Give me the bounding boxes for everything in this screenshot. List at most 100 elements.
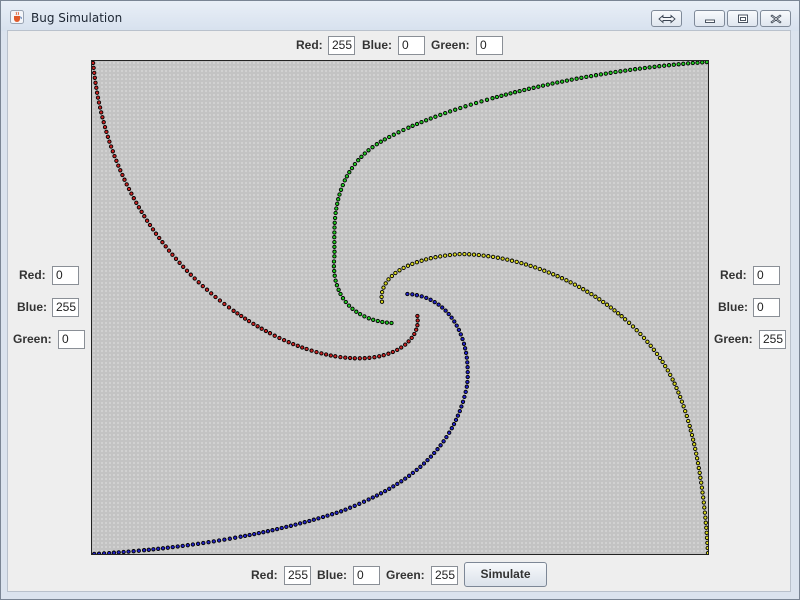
blue-bug-dot — [441, 439, 446, 444]
red-bug-dot — [92, 70, 97, 76]
top-green-field[interactable]: 0 — [476, 36, 503, 55]
green-bug-dot — [335, 201, 340, 206]
green-bug-dot — [517, 88, 522, 94]
yellow-bug-dot — [704, 530, 708, 535]
bottom-blue-label: Blue: — [317, 568, 347, 582]
yellow-bug-dot — [679, 399, 685, 404]
green-bug-dot — [414, 121, 420, 127]
green-bug-dot — [695, 61, 700, 65]
yellow-bug-dot — [601, 299, 606, 305]
blue-bug-dot — [131, 549, 136, 554]
green-bug-dot — [637, 66, 643, 71]
yellow-bug-dot — [687, 423, 692, 429]
green-bug-dot — [579, 75, 584, 80]
blue-bug-dot — [424, 295, 429, 301]
red-bug-dot — [92, 61, 96, 66]
red-bug-dot — [96, 100, 102, 105]
blue-bug-dot — [247, 532, 252, 538]
top-blue-field[interactable]: 0 — [398, 36, 425, 55]
left-blue-field[interactable]: 255 — [52, 298, 79, 317]
close-button[interactable] — [760, 10, 791, 27]
blue-bug-dot — [463, 350, 469, 356]
yellow-bug-dot — [651, 347, 657, 352]
yellow-bug-dot — [612, 308, 617, 313]
yellow-bug-dot — [528, 263, 533, 269]
left-green-field[interactable]: 0 — [58, 330, 85, 349]
yellow-bug-dot — [381, 285, 386, 290]
red-bug-dot — [170, 252, 175, 257]
red-bug-dot — [107, 139, 112, 144]
top-red-field[interactable]: 255 — [328, 36, 355, 55]
yellow-bug-dot — [684, 413, 689, 419]
blue-bug-dot — [190, 542, 196, 547]
yellow-bug-dot — [462, 251, 467, 257]
green-bug-dot — [438, 112, 443, 118]
red-bug-dot — [415, 318, 420, 323]
red-bug-dot — [116, 163, 121, 168]
yellow-bug-dot — [383, 281, 388, 286]
red-bug-dot — [217, 298, 223, 303]
yellow-bug-dot — [379, 299, 385, 304]
green-bug-dot — [336, 287, 341, 292]
blue-bug-dot — [320, 514, 326, 520]
red-bug-dot — [295, 343, 300, 348]
red-bug-dot — [147, 222, 153, 228]
red-bug-dot — [314, 349, 319, 355]
yellow-bug-dot — [447, 252, 453, 258]
blue-bug-dot — [460, 336, 465, 342]
left-red-field[interactable]: 0 — [52, 266, 79, 285]
blue-bug-dot — [307, 518, 312, 524]
bottom-red-field[interactable]: 255 — [284, 566, 311, 585]
yellow-bug-dot — [559, 276, 565, 281]
red-bug-dot — [112, 153, 117, 159]
red-bug-dot — [415, 323, 420, 328]
blue-bug-dot — [146, 547, 151, 552]
red-bug-dot — [157, 235, 162, 241]
title-bar[interactable]: Bug Simulation — [1, 1, 799, 31]
yellow-bug-dot — [537, 266, 542, 272]
green-bug-dot — [333, 278, 338, 283]
red-bug-dot — [362, 356, 367, 361]
red-bug-dot — [204, 287, 210, 292]
yellow-bug-dot — [551, 272, 556, 277]
bottom-blue-field[interactable]: 0 — [353, 566, 380, 585]
right-blue-field[interactable]: 0 — [753, 298, 780, 317]
red-bug-dot — [343, 355, 348, 360]
blue-bug-dot — [156, 546, 161, 551]
green-bug-dot — [391, 132, 396, 137]
yellow-bug-dot — [433, 255, 438, 260]
yellow-bug-dot — [694, 451, 699, 456]
blue-bug-dot — [436, 302, 441, 307]
blue-bug-dot — [432, 299, 437, 305]
yellow-bug-dot — [657, 355, 663, 361]
blue-bug-dot — [274, 526, 280, 532]
right-red-field[interactable]: 0 — [753, 266, 780, 285]
blue-bug-dot — [175, 544, 180, 549]
yellow-bug-dot — [694, 456, 700, 461]
maximize-button[interactable] — [727, 10, 758, 27]
green-bug-dot — [366, 148, 371, 153]
blue-bug-dot — [334, 510, 339, 515]
blue-bug-dot — [211, 539, 216, 544]
green-bug-dot — [332, 254, 337, 259]
yellow-bug-dot — [519, 260, 524, 266]
simulation-canvas[interactable] — [91, 60, 709, 555]
green-bug-dot — [389, 320, 394, 326]
yellow-bug-dot — [546, 270, 551, 275]
red-bug-dot — [120, 172, 125, 178]
green-bug-dot — [564, 78, 570, 83]
red-bug-dot — [300, 345, 305, 350]
blue-bug-dot — [462, 346, 468, 351]
red-bug-dot — [105, 134, 111, 139]
yellow-bug-dot — [615, 311, 621, 316]
minimize-button[interactable] — [694, 10, 725, 27]
green-bug-trail — [331, 61, 708, 326]
red-bug-dot — [100, 115, 105, 120]
simulate-button[interactable]: Simulate — [464, 562, 547, 587]
red-bug-dot — [188, 272, 193, 277]
restore-button[interactable] — [651, 10, 682, 27]
right-green-field[interactable]: 255 — [759, 330, 786, 349]
bottom-green-field[interactable]: 255 — [431, 566, 458, 585]
yellow-bug-dot — [389, 273, 395, 279]
left-red-label: Red: — [19, 268, 46, 282]
